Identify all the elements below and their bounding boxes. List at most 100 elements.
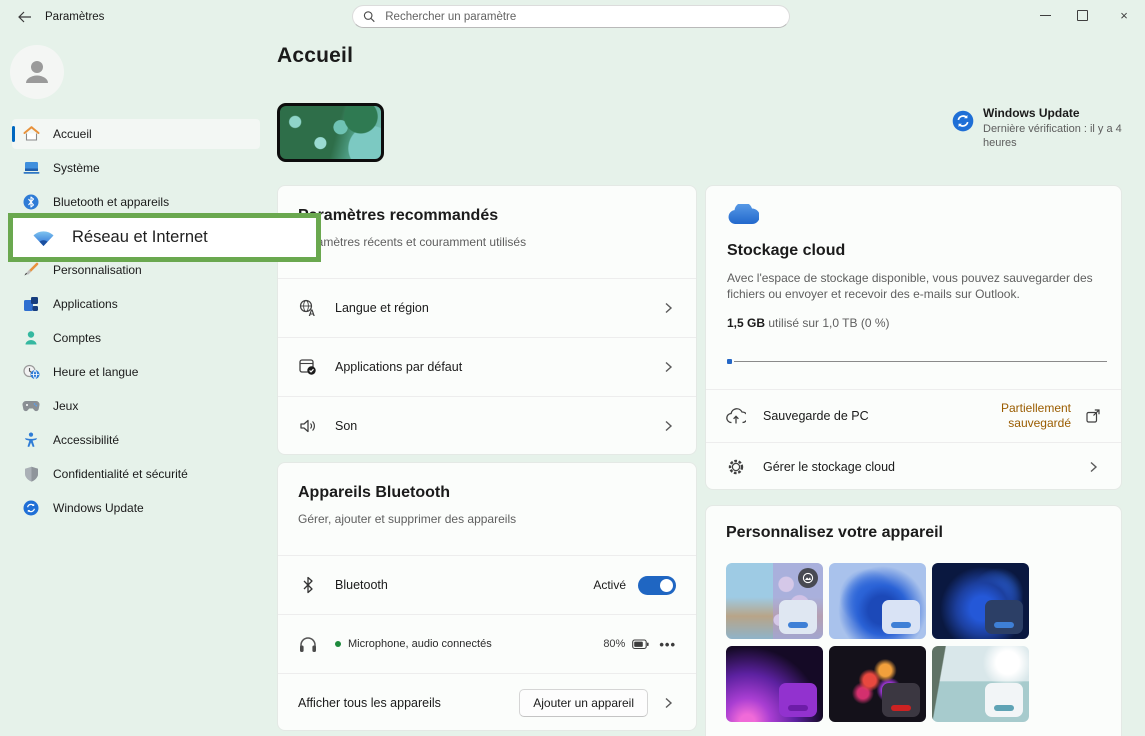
- bluetooth-card-subtitle: Gérer, ajouter et supprimer des appareil…: [298, 512, 676, 526]
- sidebar-item-accueil[interactable]: Accueil: [12, 119, 260, 149]
- minimize-button[interactable]: [1028, 0, 1062, 30]
- theme-thumbnail-landscape[interactable]: [932, 646, 1029, 722]
- gamepad-icon: [22, 397, 40, 415]
- bluetooth-card-title: Appareils Bluetooth: [298, 484, 676, 502]
- wifi-icon: [32, 226, 55, 249]
- theme-thumbnail-glow-purple[interactable]: [726, 646, 823, 722]
- row-label: Son: [335, 419, 357, 433]
- sidebar-item-label: Confidentialité et sécurité: [53, 467, 188, 481]
- sidebar-item-heure-et-langue[interactable]: Heure et langue: [12, 357, 260, 387]
- avatar[interactable]: [10, 45, 64, 99]
- toggle-state-label: Activé: [593, 578, 626, 592]
- sidebar-item-label: Applications: [53, 297, 118, 311]
- row-label: Applications par défaut: [335, 360, 462, 374]
- chevron-right-icon: [660, 418, 676, 434]
- toggle-knob: [660, 579, 673, 592]
- sidebar-item-confidentialite-et-securite[interactable]: Confidentialité et sécurité: [12, 459, 260, 489]
- row-applications-par-defaut[interactable]: Applications par défaut: [278, 337, 696, 396]
- sidebar-item-label: Accueil: [53, 127, 92, 141]
- sidebar-item-label: Système: [53, 161, 100, 175]
- sidebar-item-comptes[interactable]: Comptes: [12, 323, 260, 353]
- search-input[interactable]: [383, 10, 779, 24]
- sidebar-item-label: Jeux: [53, 399, 78, 413]
- windows-update-status[interactable]: Windows Update Dernière vérification : i…: [983, 106, 1133, 150]
- theme-thumbnail-abstract-flower[interactable]: [829, 646, 926, 722]
- row-gerer-le-stockage-cloud[interactable]: Gérer le stockage cloud: [706, 442, 1121, 491]
- sidebar-item-systeme[interactable]: Système: [12, 153, 260, 183]
- row-devices-footer[interactable]: Afficher tous les appareils Ajouter un a…: [278, 673, 696, 732]
- cloud-icon: [727, 204, 1121, 228]
- theme-accent-bar: [891, 622, 911, 628]
- battery-icon: [632, 639, 649, 650]
- row-langue-et-region[interactable]: A Langue et région: [278, 278, 696, 337]
- theme-preview-card: [882, 600, 920, 634]
- bluetooth-icon: [298, 575, 318, 595]
- personalize-card: Personnalisez votre appareil: [705, 505, 1122, 736]
- sidebar-item-accessibilite[interactable]: Accessibilité: [12, 425, 260, 455]
- view-all-devices-link[interactable]: Afficher tous les appareils: [298, 696, 441, 710]
- storage-usage: 1,5 GB utilisé sur 1,0 TB (0 %): [727, 316, 1121, 330]
- row-label: Sauvegarde de PC: [763, 409, 869, 423]
- theme-accent-bar: [994, 622, 1014, 628]
- sidebar-item-applications[interactable]: Applications: [12, 289, 260, 319]
- sidebar-item-label: Bluetooth et appareils: [53, 195, 169, 209]
- maximize-icon: [1077, 10, 1088, 21]
- sidebar-item-jeux[interactable]: Jeux: [12, 391, 260, 421]
- chevron-right-icon: [660, 300, 676, 316]
- minimize-icon: [1040, 15, 1051, 16]
- account-icon: [22, 329, 40, 347]
- theme-accent-bar: [788, 705, 808, 711]
- sidebar-item-reseau-et-internet[interactable]: Réseau et Internet: [12, 221, 260, 251]
- personalize-title: Personnalisez votre appareil: [726, 524, 1121, 542]
- bluetooth-toggle[interactable]: [638, 576, 676, 595]
- maximize-button[interactable]: [1065, 0, 1099, 30]
- clock-globe-icon: [22, 363, 40, 381]
- bluetooth-label: Bluetooth: [335, 578, 388, 592]
- sidebar-item-label: Réseau et Internet: [72, 228, 208, 247]
- battery-percent: 80%: [603, 638, 625, 650]
- row-bluetooth-toggle: Bluetooth Activé: [278, 555, 696, 614]
- search-box[interactable]: [352, 5, 790, 28]
- row-label: Gérer le stockage cloud: [763, 460, 895, 474]
- device-wallpaper-thumbnail[interactable]: [277, 103, 384, 162]
- default-apps-icon: [298, 357, 318, 377]
- windows-update-status-icon: [952, 110, 974, 135]
- cloud-card-description: Avec l'espace de stockage disponible, vo…: [727, 270, 1100, 302]
- theme-thumbnail-spotlight[interactable]: [726, 563, 823, 639]
- theme-preview-card: [985, 683, 1023, 717]
- theme-thumbnail-bloom-dark[interactable]: [932, 563, 1029, 639]
- gear-icon: [726, 457, 746, 477]
- backup-status-badge: Partiellement sauvegardé: [959, 401, 1071, 431]
- row-sauvegarde-de-pc[interactable]: Sauvegarde de PC Partiellement sauvegard…: [706, 389, 1121, 442]
- add-device-button[interactable]: Ajouter un appareil: [519, 689, 648, 717]
- page-title: Accueil: [277, 44, 353, 68]
- apps-icon: [22, 295, 40, 313]
- windows-update-icon: [22, 499, 40, 517]
- theme-thumbnail-bloom-light[interactable]: [829, 563, 926, 639]
- sidebar-item-label: Comptes: [53, 331, 101, 345]
- more-options-icon[interactable]: •••: [659, 637, 676, 652]
- language-region-icon: A: [298, 298, 318, 318]
- sidebar-item-windows-update[interactable]: Windows Update: [12, 493, 260, 523]
- theme-preview-card: [779, 600, 817, 634]
- sound-icon: [298, 416, 318, 436]
- close-button[interactable]: ×: [1107, 0, 1141, 30]
- chevron-right-icon: [1085, 459, 1101, 475]
- cloud-backup-icon: [726, 406, 746, 426]
- sidebar-item-label: Personnalisation: [53, 263, 142, 277]
- accessibility-icon: [22, 431, 40, 449]
- shield-icon: [22, 465, 40, 483]
- device-label: Microphone, audio connectés: [348, 638, 492, 650]
- theme-preview-card: [985, 600, 1023, 634]
- search-icon: [363, 10, 375, 23]
- chevron-right-icon: [660, 359, 676, 375]
- storage-progress-bar: [727, 359, 1107, 364]
- back-button[interactable]: [12, 6, 36, 28]
- sidebar-item-label: Accessibilité: [53, 433, 119, 447]
- row-connected-device[interactable]: Microphone, audio connectés 80% •••: [278, 614, 696, 673]
- bluetooth-devices-card: Appareils Bluetooth Gérer, ajouter et su…: [277, 462, 697, 731]
- row-son[interactable]: Son: [278, 396, 696, 455]
- theme-grid: [726, 563, 1029, 722]
- svg-text:A: A: [308, 308, 315, 317]
- sidebar-item-label: Heure et langue: [53, 365, 138, 379]
